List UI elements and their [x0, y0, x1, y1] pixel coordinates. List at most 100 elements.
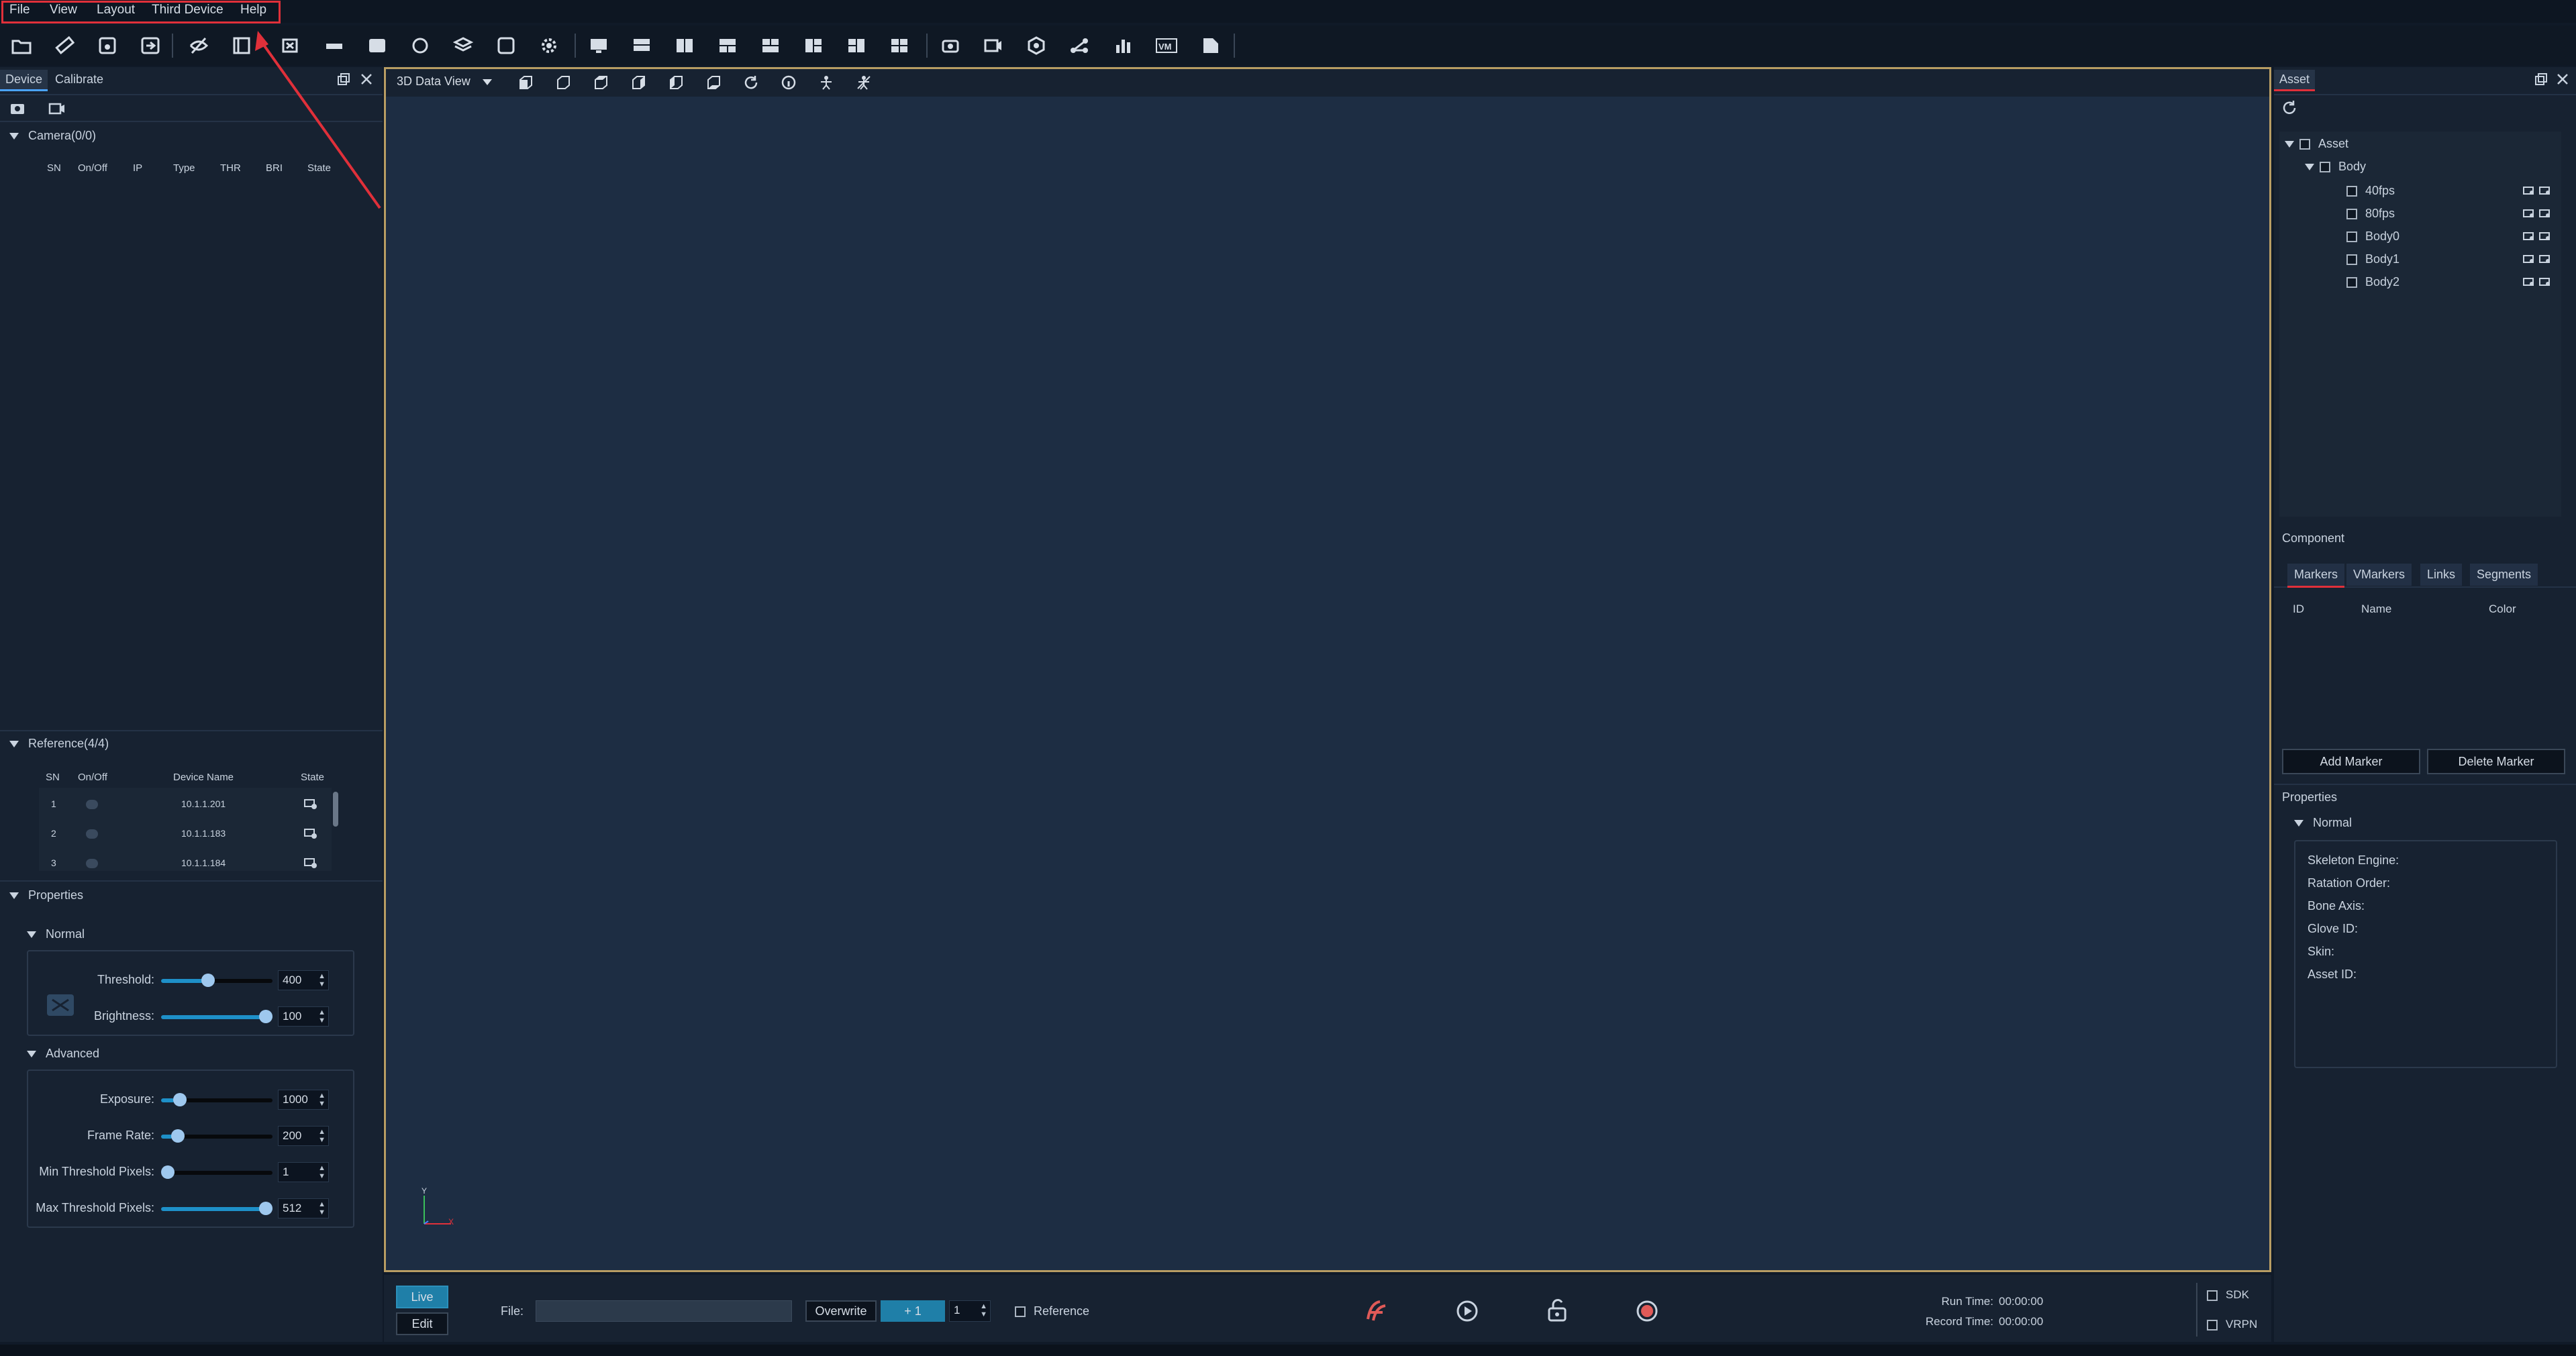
asset-action-icons[interactable]	[2522, 252, 2553, 269]
camera-rotate-icon[interactable]	[937, 32, 964, 59]
advanced-section-header[interactable]: Advanced	[27, 1047, 99, 1061]
swap-icon[interactable]	[228, 32, 255, 59]
vrpn-checkbox[interactable]: VRPN	[2207, 1318, 2257, 1331]
ruler-icon[interactable]	[51, 32, 78, 59]
property-spinbox[interactable]: 400 ▲ ▼	[278, 970, 329, 990]
slider-handle[interactable]	[259, 1010, 273, 1023]
info-circle-icon[interactable]	[781, 74, 797, 94]
property-spinbox[interactable]: 1000 ▲ ▼	[278, 1090, 329, 1110]
export-icon[interactable]	[1197, 32, 1224, 59]
slider-handle[interactable]	[173, 1093, 187, 1106]
layout-4-icon[interactable]	[714, 32, 741, 59]
toggle-switch[interactable]	[86, 829, 98, 839]
property-slider[interactable]	[161, 1010, 273, 1023]
checkbox-icon[interactable]	[2346, 209, 2357, 220]
sdk-checkbox[interactable]: SDK	[2207, 1288, 2249, 1302]
view-select[interactable]: 3D Data View	[397, 74, 492, 89]
cube-bottom-icon[interactable]	[705, 74, 722, 94]
property-spinbox[interactable]: 512 ▲ ▼	[278, 1198, 329, 1218]
checkbox-icon[interactable]	[2299, 139, 2310, 150]
properties-section-header[interactable]: Properties	[9, 888, 83, 902]
edit-button[interactable]: Edit	[396, 1312, 448, 1335]
record-icon[interactable]	[1635, 1299, 1659, 1326]
delete-marker-button[interactable]: Delete Marker	[2427, 749, 2565, 774]
checkbox-icon[interactable]	[2346, 231, 2357, 243]
checkbox-icon[interactable]	[2346, 254, 2357, 266]
property-slider[interactable]	[161, 1202, 273, 1215]
table-row[interactable]: 1 10.1.1.201	[39, 794, 332, 815]
live-button[interactable]: Live	[396, 1286, 448, 1308]
tree-item[interactable]: 80fps	[2346, 207, 2555, 221]
gear-icon[interactable]	[536, 32, 562, 59]
unlock-icon[interactable]	[1545, 1298, 1569, 1326]
video-camera-icon[interactable]	[980, 32, 1007, 59]
stepper-arrows-icon[interactable]: ▲ ▼	[318, 1128, 326, 1144]
increment-button[interactable]: + 1	[881, 1300, 945, 1322]
vm-icon[interactable]: VM	[1153, 32, 1180, 59]
hexagon-icon[interactable]	[1023, 32, 1050, 59]
tree-item[interactable]: 40fps	[2346, 184, 2555, 198]
slider-handle[interactable]	[161, 1165, 175, 1179]
rotate-icon[interactable]	[407, 32, 434, 59]
close-icon[interactable]	[360, 72, 373, 89]
layout-6-icon[interactable]	[800, 32, 827, 59]
property-spinbox[interactable]: 100 ▲ ▼	[278, 1006, 329, 1027]
checkbox-icon[interactable]	[2320, 162, 2330, 173]
property-spinbox[interactable]: 200 ▲ ▼	[278, 1126, 329, 1146]
calibration-bar-icon[interactable]	[321, 32, 348, 59]
wand-icon[interactable]	[493, 32, 519, 59]
refresh-view-icon[interactable]	[743, 74, 759, 94]
slider-handle[interactable]	[259, 1202, 273, 1215]
save-as-icon[interactable]	[137, 32, 164, 59]
layout-5-icon[interactable]	[757, 32, 784, 59]
cube-front-icon[interactable]	[517, 74, 534, 94]
table-row[interactable]: 3 10.1.1.184	[39, 853, 332, 871]
stepper-arrows-icon[interactable]: ▲ ▼	[318, 1200, 326, 1216]
logo-record-mode-icon[interactable]	[1364, 1299, 1388, 1326]
monitor-layout-2-icon[interactable]	[628, 32, 655, 59]
tree-item[interactable]: Body1	[2346, 252, 2555, 266]
video-icon[interactable]	[364, 32, 391, 59]
stepper-arrows-icon[interactable]: ▲ ▼	[318, 1092, 326, 1108]
stepper-arrows-icon[interactable]: ▲ ▼	[318, 1008, 326, 1025]
eye-off-icon[interactable]	[185, 32, 212, 59]
file-input[interactable]	[536, 1300, 792, 1322]
layers-icon[interactable]	[450, 32, 477, 59]
tab-device[interactable]: Device	[0, 70, 48, 91]
video-settings-icon[interactable]	[48, 101, 66, 120]
stepper-arrows-icon[interactable]: ▲ ▼	[980, 1302, 987, 1318]
camera-x-icon[interactable]	[278, 32, 305, 59]
normal-properties-header[interactable]: Normal	[2294, 816, 2352, 830]
tree-group-body[interactable]: Body	[2305, 160, 2366, 174]
cube-left-icon[interactable]	[555, 74, 571, 94]
toggle-switch[interactable]	[86, 859, 98, 868]
checkbox-icon[interactable]	[2346, 277, 2357, 289]
add-marker-button[interactable]: Add Marker	[2282, 749, 2420, 774]
refresh-icon[interactable]	[2281, 99, 2298, 120]
tab-links[interactable]: Links	[2420, 564, 2463, 586]
camera-section-header[interactable]: Camera(0/0)	[9, 129, 96, 143]
tree-root[interactable]: Asset	[2285, 137, 2348, 151]
reference-checkbox[interactable]: Reference	[1015, 1304, 1089, 1318]
slider-handle[interactable]	[201, 974, 215, 987]
slider-handle[interactable]	[171, 1129, 185, 1143]
normal-section-header[interactable]: Normal	[27, 927, 85, 941]
play-icon[interactable]	[1455, 1299, 1479, 1326]
reference-section-header[interactable]: Reference(4/4)	[9, 737, 109, 751]
property-slider[interactable]	[161, 1165, 273, 1179]
increment-stepper[interactable]: 1 ▲ ▼	[949, 1300, 991, 1322]
asset-action-icons[interactable]	[2522, 184, 2553, 201]
property-slider[interactable]	[161, 974, 273, 987]
stepper-arrows-icon[interactable]: ▲ ▼	[318, 972, 326, 988]
cube-right-icon[interactable]	[630, 74, 646, 94]
tree-item[interactable]: Body2	[2346, 275, 2555, 289]
tab-segments[interactable]: Segments	[2470, 564, 2538, 586]
tab-markers[interactable]: Markers	[2287, 564, 2345, 588]
property-spinbox[interactable]: 1 ▲ ▼	[278, 1162, 329, 1182]
layout-7-icon[interactable]	[843, 32, 870, 59]
float-window-icon[interactable]	[2534, 72, 2548, 89]
save-disk-icon[interactable]	[94, 32, 121, 59]
reference-scrollbar[interactable]	[333, 792, 338, 827]
close-icon[interactable]	[2556, 72, 2569, 89]
skeleton-icon[interactable]	[818, 74, 834, 94]
